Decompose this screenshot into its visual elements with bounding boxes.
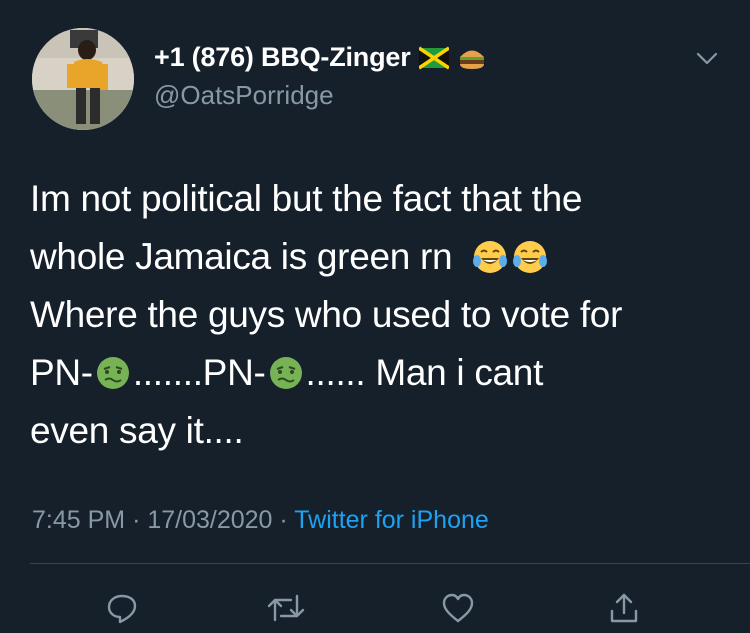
like-button[interactable] bbox=[438, 588, 478, 628]
tweet-text: Im not political but the fact that the w… bbox=[30, 170, 730, 460]
like-icon bbox=[442, 593, 474, 623]
user-handle[interactable]: @OatsPorridge bbox=[154, 80, 334, 111]
divider bbox=[30, 563, 750, 564]
share-icon bbox=[610, 593, 638, 623]
chevron-down-icon[interactable] bbox=[694, 48, 720, 68]
retweet-button[interactable] bbox=[266, 588, 306, 628]
tweet-text-line: whole Jamaica is green rn bbox=[30, 228, 730, 286]
display-name-text: +1 (876) BBQ-Zinger bbox=[154, 42, 411, 72]
text-segment: whole Jamaica is green rn bbox=[30, 236, 453, 277]
tweet-text-line: Im not political but the fact that the bbox=[30, 170, 730, 228]
share-button[interactable] bbox=[604, 588, 644, 628]
meta-separator: · bbox=[279, 506, 288, 534]
display-name[interactable]: +1 (876) BBQ-Zinger bbox=[154, 42, 487, 73]
tweet-text-line: Where the guys who used to vote for bbox=[30, 286, 730, 344]
hamburger-icon bbox=[459, 50, 484, 69]
nauseated-face-icon bbox=[269, 357, 302, 389]
tweet-time[interactable]: 7:45 PM bbox=[32, 506, 125, 534]
reply-icon bbox=[107, 594, 137, 624]
tweet-text-line: PN- .......PN- ...... Man i cant bbox=[30, 344, 730, 402]
text-segment: even say it.... bbox=[30, 410, 244, 451]
tweet-card: +1 (876) BBQ-Zinger @OatsPorridge Im not… bbox=[0, 0, 750, 633]
tweet-text-line: even say it.... bbox=[30, 402, 730, 460]
text-segment: Im not political but the fact that the bbox=[30, 178, 583, 219]
retweet-icon bbox=[267, 594, 305, 622]
nauseated-face-icon bbox=[96, 357, 129, 389]
tweet-source-link[interactable]: Twitter for iPhone bbox=[294, 506, 489, 534]
tears-of-joy-icon bbox=[513, 241, 548, 273]
tweet-meta: 7:45 PM · 17/03/2020 · Twitter for iPhon… bbox=[32, 506, 489, 535]
tweet-date[interactable]: 17/03/2020 bbox=[147, 506, 272, 534]
text-segment: .......PN- bbox=[132, 352, 266, 393]
meta-separator: · bbox=[132, 506, 141, 534]
text-segment: PN- bbox=[30, 352, 93, 393]
text-segment: Where the guys who used to vote for bbox=[30, 294, 623, 335]
jamaica-flag-icon bbox=[418, 46, 449, 69]
avatar[interactable] bbox=[32, 28, 134, 130]
tears-of-joy-icon bbox=[473, 241, 508, 273]
text-segment: ...... Man i cant bbox=[305, 352, 544, 393]
reply-button[interactable] bbox=[102, 588, 142, 628]
